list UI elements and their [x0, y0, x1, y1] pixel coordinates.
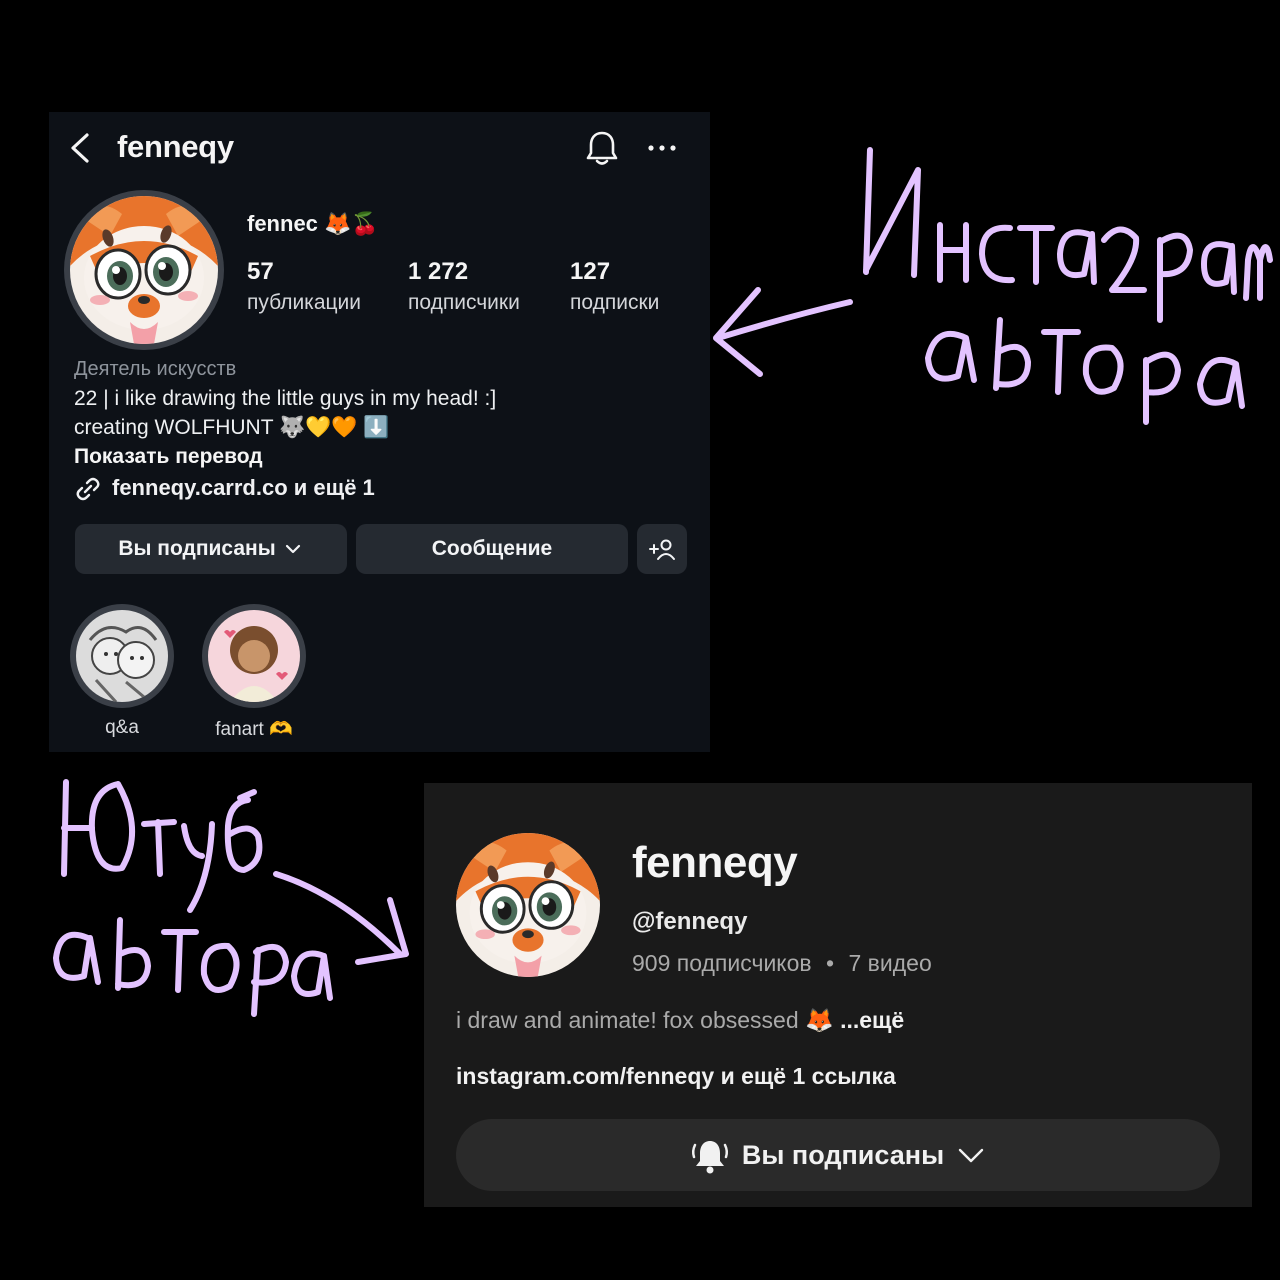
channel-avatar[interactable] — [456, 833, 600, 977]
link-icon — [76, 477, 100, 501]
highlight-label: q&a — [105, 717, 139, 738]
notification-bell-icon[interactable] — [584, 128, 620, 168]
handwritten-annotation-youtube — [53, 779, 409, 1017]
profile-avatar[interactable] — [64, 190, 224, 350]
sketch-highlight-image — [76, 610, 168, 702]
highlight-fanart[interactable]: fanart 🫶 — [202, 604, 306, 741]
fox-avatar-illustration — [70, 196, 218, 344]
stats-separator: • — [826, 950, 835, 976]
description-text: i draw and animate! fox obsessed 🦊 — [456, 1007, 834, 1033]
stat-following[interactable]: 127 подписки — [570, 258, 659, 315]
channel-stats: 909 подписчиков • 7 видео — [632, 950, 932, 977]
channel-description[interactable]: i draw and animate! fox obsessed 🦊 ...ещ… — [456, 1007, 904, 1034]
video-count: 7 видео — [848, 950, 932, 976]
stat-label: публикации — [247, 291, 361, 314]
chevron-down-icon — [958, 1148, 984, 1163]
following-button-label: Вы подписаны — [118, 537, 276, 560]
more-link[interactable]: ...ещё — [840, 1007, 904, 1033]
subscriber-count: 909 подписчиков — [632, 950, 812, 976]
suggested-users-button[interactable] — [637, 524, 687, 574]
subscribed-label: Вы подписаны — [741, 1139, 945, 1170]
stat-value: 57 — [247, 258, 274, 285]
stat-label: подписчики — [408, 291, 520, 314]
profile-username: fenneqy — [117, 129, 234, 164]
message-button-label: Сообщение — [431, 537, 553, 560]
chevron-down-icon — [285, 544, 300, 554]
instagram-profile-panel: fenneqy fennec 🦊🍒 57 публикации 1 272 по… — [49, 112, 710, 752]
highlight-qa[interactable]: q&a — [70, 604, 174, 739]
profile-category: Деятель искусств — [74, 358, 237, 380]
show-translation-link[interactable]: Показать перевод — [74, 445, 263, 469]
channel-handle: @fenneqy — [632, 908, 748, 935]
stat-label: подписки — [570, 291, 660, 314]
youtube-channel-panel: fenneqy @fenneqy 909 подписчиков • 7 вид… — [424, 783, 1252, 1207]
message-button[interactable]: Сообщение — [356, 524, 628, 574]
channel-name: fenneqy — [632, 838, 798, 887]
highlight-avatar — [202, 604, 306, 708]
back-arrow-icon[interactable] — [67, 130, 93, 166]
stat-followers[interactable]: 1 272 подписчики — [408, 258, 520, 315]
fox-avatar-illustration — [456, 833, 600, 977]
stat-posts[interactable]: 57 публикации — [247, 258, 361, 315]
profile-link-text: fenneqy.carrd.co и ещё 1 — [112, 475, 375, 500]
stat-value: 1 272 — [408, 258, 469, 285]
subscribed-button[interactable]: Вы подписаны — [456, 1119, 1220, 1191]
highlight-label: fanart 🫶 — [215, 719, 293, 740]
profile-stats: 57 публикации 1 272 подписчики 127 подпи… — [247, 258, 707, 318]
handwritten-annotation-instagram — [713, 147, 1273, 425]
bio-line-2: creating WOLFHUNT 🐺💛🧡 ⬇️ — [74, 416, 390, 439]
fanart-highlight-image — [208, 610, 300, 702]
profile-link[interactable]: fenneqy.carrd.co и ещё 1 — [74, 475, 375, 503]
instagram-header: fenneqy — [49, 112, 710, 184]
following-button[interactable]: Вы подписаны — [75, 524, 347, 574]
display-name: fennec 🦊🍒 — [247, 211, 379, 236]
bio-line-1: 22 | i like drawing the little guys in m… — [74, 387, 497, 410]
stat-value: 127 — [570, 258, 611, 285]
channel-links[interactable]: instagram.com/fenneqy и ещё 1 ссылка — [456, 1063, 896, 1090]
add-person-icon — [649, 539, 675, 560]
notification-bell-ringing-icon — [691, 1141, 728, 1174]
more-options-icon[interactable] — [647, 134, 677, 162]
highlight-avatar — [70, 604, 174, 708]
